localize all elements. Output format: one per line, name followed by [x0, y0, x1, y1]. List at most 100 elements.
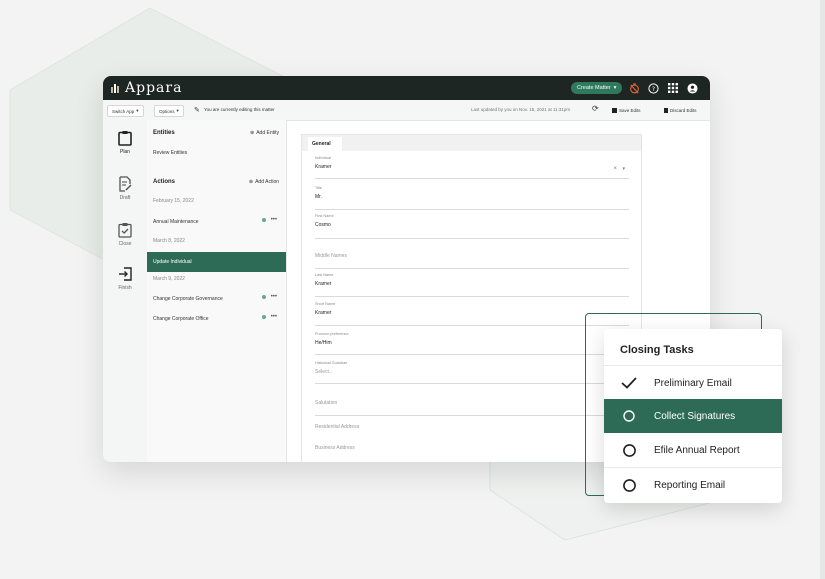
field-value: Mr. [315, 194, 322, 200]
field-placeholder: Business Address [315, 445, 355, 451]
task-item[interactable]: Reporting Email [604, 467, 782, 502]
field-placeholder: Middle Names [315, 253, 347, 259]
action-date: March 9, 2022 [153, 276, 185, 282]
review-entities-link[interactable]: Review Entities [153, 150, 187, 156]
field-placeholder: Salutation [315, 400, 338, 406]
add-circle-icon: ⊕ [250, 130, 255, 136]
field-label: Title [315, 186, 323, 190]
task-label: Reporting Email [654, 479, 726, 491]
pronoun-field[interactable]: Pronoun preference He/Him [315, 332, 629, 355]
logo-mark-icon [111, 84, 119, 93]
switch-app-button[interactable]: Switch App ▾ [107, 105, 144, 117]
status-dot [261, 295, 266, 299]
add-action-button[interactable]: ⊕ Add Action [249, 179, 279, 185]
options-label: Options [159, 108, 175, 114]
action-item-controls: ••• [261, 294, 277, 300]
add-entity-button[interactable]: ⊕ Add Entity [250, 130, 279, 136]
historical-guardian-select[interactable]: Historical Guardian Select... [315, 361, 629, 384]
clear-icon[interactable]: × [613, 166, 617, 172]
action-item-controls: ••• [261, 314, 277, 320]
individual-select[interactable]: Individual Kramer × ▾ [315, 156, 629, 179]
field-value: Cosmo [315, 222, 331, 228]
nav-finish[interactable]: Finish [103, 266, 147, 291]
nav-close-label: Close [118, 241, 132, 247]
field-value: Kramer [315, 281, 332, 287]
trash-icon [664, 107, 668, 113]
nav-plan[interactable]: Plan [103, 130, 147, 155]
business-address-field[interactable]: Business Address [315, 445, 629, 459]
save-edits-button[interactable]: Save Edits [608, 105, 645, 115]
nav-draft[interactable]: Draft [103, 176, 147, 201]
form-tabs: General [302, 135, 641, 151]
checkmark-icon [621, 377, 637, 389]
middle-names-field[interactable]: Middle Names [315, 253, 629, 269]
document-edit-icon [119, 176, 132, 192]
status-dot [261, 315, 266, 319]
help-icon[interactable]: ? [646, 81, 660, 95]
action-item[interactable]: Annual Maintenance [153, 219, 199, 225]
more-icon[interactable]: ••• [271, 217, 277, 223]
field-label: Historical Guardian [315, 361, 348, 365]
save-edits-label: Save Edits [619, 107, 641, 113]
chevron-down-icon[interactable]: ▾ [622, 166, 625, 172]
timer-off-icon[interactable] [627, 81, 641, 95]
status-dot [261, 218, 266, 222]
options-button[interactable]: Options ▾ [154, 105, 184, 117]
field-value: He/Him [315, 340, 332, 346]
action-item[interactable]: Change Corporate Governance [153, 296, 223, 302]
action-item-controls: ••• [261, 217, 277, 223]
task-label: Preliminary Email [654, 377, 732, 389]
task-item[interactable]: Preliminary Email [604, 365, 782, 400]
first-name-field[interactable]: First Name Cosmo [315, 214, 629, 239]
apps-grid-icon[interactable] [666, 81, 680, 95]
tab-general[interactable]: General [308, 137, 342, 151]
create-matter-button[interactable]: Create Matter ▾ [571, 82, 623, 94]
action-item-selected[interactable]: Update Individual [147, 252, 286, 272]
task-item-active[interactable]: Collect Signatures [604, 399, 782, 433]
edit-person-icon: ✎ [194, 107, 200, 114]
app-logo[interactable]: Appara [109, 79, 182, 97]
field-value: Kramer [315, 310, 332, 316]
actions-heading: Actions [153, 179, 176, 185]
action-date: March 8, 2022 [153, 238, 185, 244]
circle-outline-icon [622, 478, 636, 492]
closing-tasks-title: Closing Tasks [620, 344, 694, 356]
add-circle-icon: ⊕ [248, 179, 254, 185]
nav-finish-label: Finish [118, 285, 132, 291]
nav-draft-label: Draft [119, 195, 131, 201]
nav-close[interactable]: Close [103, 222, 147, 247]
clipboard-icon [118, 131, 132, 146]
circle-outline-icon [622, 443, 636, 457]
exit-icon [119, 267, 132, 281]
task-item[interactable]: Efile Annual Report [604, 433, 782, 467]
task-label: Efile Annual Report [654, 444, 740, 456]
more-icon[interactable]: ••• [271, 314, 277, 320]
chevron-down-icon: ▾ [176, 108, 179, 113]
discard-edits-label: Discard Edits [670, 107, 697, 113]
short-name-field[interactable]: Short Name Kramer [315, 302, 629, 326]
field-label: Last Name [315, 273, 334, 277]
action-item-label: Update Individual [153, 259, 192, 265]
refresh-icon[interactable]: ⟳ [592, 104, 599, 113]
action-item[interactable]: Change Corporate Office [153, 316, 209, 322]
field-placeholder: Select... [315, 369, 334, 375]
salutation-field[interactable]: Salutation [315, 400, 629, 416]
chevron-down-icon: ▾ [613, 85, 617, 91]
entities-actions-panel: Entities ⊕ Add Entity Review Entities Act… [147, 120, 287, 462]
discard-edits-button[interactable]: Discard Edits [660, 105, 701, 115]
add-action-label: Add Action [255, 179, 279, 185]
editing-notice: You are currently editing this matter [204, 107, 275, 112]
field-value: Kramer [315, 164, 332, 170]
switch-app-label: Switch App [112, 108, 135, 114]
entities-heading: Entities [153, 130, 175, 136]
field-label: First Name [315, 214, 334, 218]
residential-address-field[interactable]: Residential Address [315, 424, 629, 438]
field-label: Short Name [315, 302, 336, 306]
editing-bar: Switch App ▾ Options ▾ ✎ You are currently… [103, 100, 710, 121]
title-field[interactable]: Title Mr. [315, 186, 629, 210]
more-icon[interactable]: ••• [271, 294, 277, 300]
last-name-field[interactable]: Last Name Kramer [315, 273, 629, 297]
field-label: Pronoun preference [315, 332, 349, 336]
action-date: February 15, 2022 [153, 198, 194, 204]
account-icon[interactable] [685, 81, 699, 95]
